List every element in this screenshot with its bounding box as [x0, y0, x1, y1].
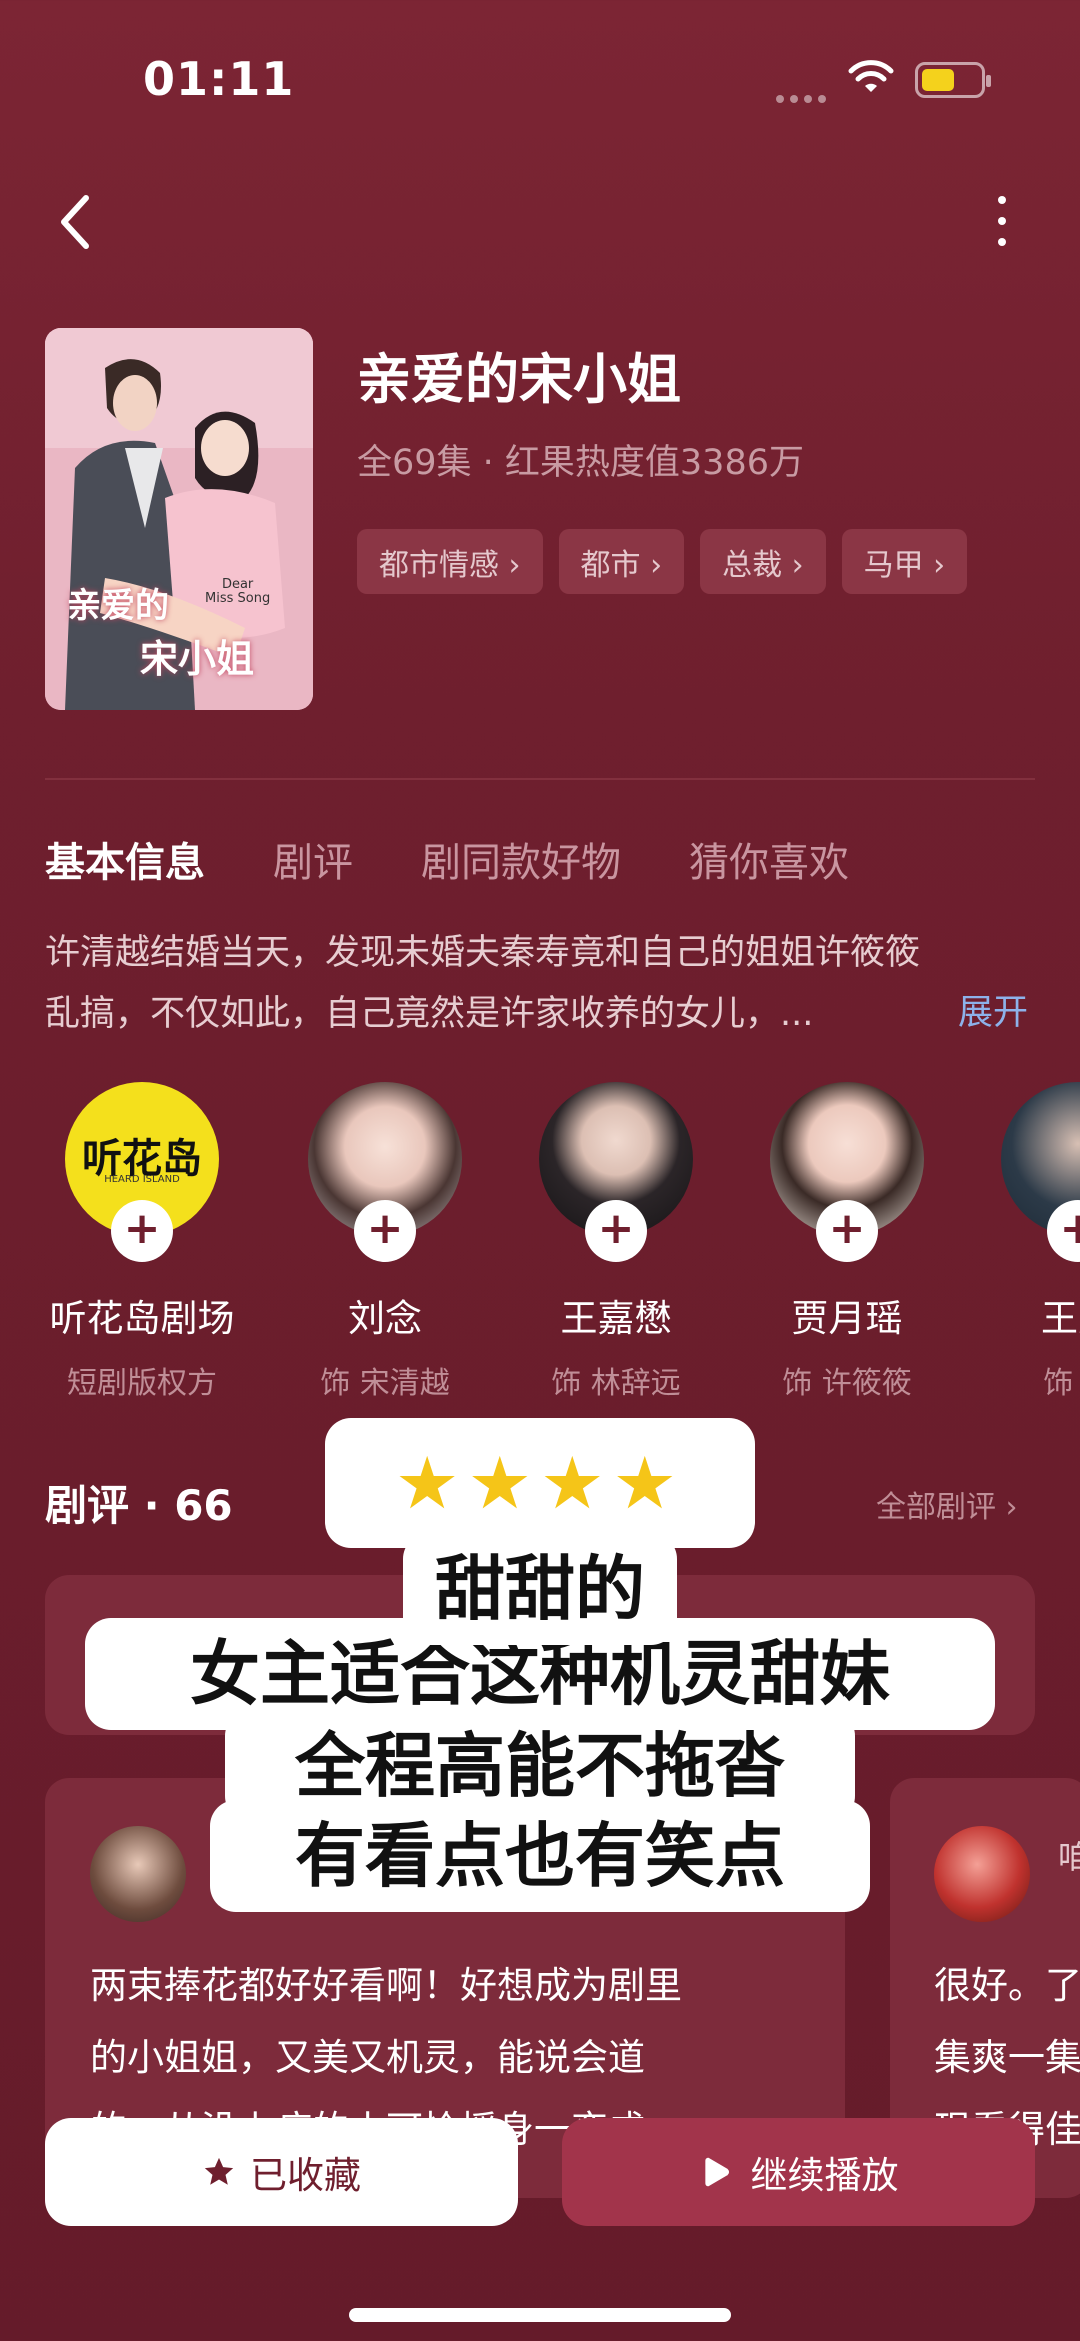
section-divider — [45, 778, 1035, 780]
synopsis: 许清越结婚当天，发现未婚夫秦寿竟和自己的姐姐许筱筱 乱搞，不仅如此，自己竟然是许… — [45, 923, 1045, 1045]
cast-member-wang-jiamao[interactable]: + 王嘉懋 饰 林辞远 — [516, 1082, 716, 1402]
back-arrow-icon[interactable] — [52, 192, 102, 252]
cast-role: 饰 宋清越 — [320, 1366, 450, 1401]
tag-urban[interactable]: 都市 › — [558, 529, 685, 594]
cast-name: 听花岛剧场 — [49, 1297, 235, 1340]
more-options-icon[interactable] — [990, 196, 1014, 252]
cast-name: 王矢 — [1041, 1297, 1080, 1340]
detail-tabs: 基本信息 剧评 剧同款好物 猜你喜欢 — [45, 830, 849, 888]
drama-subtitle: 全69集 · 红果热度值3386万 — [357, 443, 804, 483]
favorite-label: 已收藏 — [250, 2154, 361, 2197]
cast-role: 饰 许筱筱 — [782, 1366, 912, 1401]
tag-urban-romance[interactable]: 都市情感 › — [357, 529, 543, 594]
cast-name: 刘念 — [348, 1297, 422, 1340]
review-line: 集爽一集 — [934, 2036, 1080, 2079]
favorite-button[interactable]: 已收藏 — [45, 2118, 518, 2226]
caption-line-4: 有看点也有笑点 — [210, 1800, 870, 1912]
cast-member-studio[interactable]: 听花岛 HEARD ISLAND + 听花岛剧场 短剧版权方 — [42, 1082, 242, 1402]
play-icon — [704, 2157, 729, 2187]
follow-plus-icon[interactable]: + — [354, 1200, 416, 1262]
poster-subtitle-line-2: Miss Song — [205, 591, 271, 606]
genre-tags: 都市情感 › 都市 › 总裁 › 马甲 › — [357, 529, 968, 594]
tab-basic-info[interactable]: 基本信息 — [45, 830, 205, 888]
status-time: 01:11 — [143, 52, 295, 106]
studio-logo-subtext: HEARD ISLAND — [104, 1174, 180, 1185]
caption-overlay: ★★★★ 女主适合这种机灵甜妹 甜甜的 全程高能不拖沓 有看点也有笑点 — [0, 1418, 1080, 1948]
wifi-icon — [848, 60, 894, 92]
continue-play-button[interactable]: 继续播放 — [562, 2118, 1035, 2226]
cast-role: 短剧版权方 — [67, 1366, 217, 1401]
cast-role: 饰 王 — [1043, 1366, 1080, 1401]
tab-same-items[interactable]: 剧同款好物 — [421, 830, 621, 888]
cellular-signal-icon — [776, 88, 832, 103]
play-label: 继续播放 — [750, 2154, 899, 2197]
caption-line-1: 甜甜的 — [403, 1533, 677, 1645]
home-indicator[interactable] — [349, 2308, 731, 2322]
poster-title-1: 亲爱的 — [67, 586, 169, 626]
cast-member-liu-nian[interactable]: + 刘念 饰 宋清越 — [285, 1082, 485, 1402]
battery-icon — [915, 62, 991, 98]
synopsis-line-1: 许清越结婚当天，发现未婚夫秦寿竟和自己的姐姐许筱筱 — [45, 933, 921, 973]
expand-link[interactable]: 展开 — [958, 984, 1028, 1035]
cast-name: 王嘉懋 — [560, 1297, 672, 1340]
drama-title: 亲爱的宋小姐 — [357, 348, 681, 411]
cast-role: 饰 林辞远 — [551, 1366, 681, 1401]
poster-subtitle-line-1: Dear — [221, 577, 254, 592]
review-line: 的小姐姐，又美又机灵，能说会道 — [90, 2036, 645, 2079]
review-line: 很好。了 — [934, 1964, 1080, 2007]
tag-ceo[interactable]: 总裁 › — [700, 529, 826, 594]
tab-reviews[interactable]: 剧评 — [273, 830, 353, 888]
tag-hidden-identity[interactable]: 马甲 › — [841, 529, 968, 594]
poster-subtitle: Dear Miss Song — [205, 578, 270, 606]
cast-member-jia-yueyao[interactable]: + 贾月瑶 饰 许筱筱 — [747, 1082, 947, 1402]
synopsis-line-2: 乱搞，不仅如此，自己竟然是许家收养的女儿，... — [45, 994, 814, 1034]
status-bar: 01:11 — [0, 52, 1080, 112]
review-line: 两束捧花都好好看啊！好想成为剧里 — [90, 1964, 682, 2007]
follow-plus-icon[interactable]: + — [816, 1200, 878, 1262]
cast-name: 贾月瑶 — [791, 1297, 903, 1340]
poster-title-2: 宋小姐 — [140, 637, 255, 681]
cast-list: 听花岛 HEARD ISLAND + 听花岛剧场 短剧版权方 + 刘念 饰 宋清… — [0, 1082, 1080, 1412]
rating-stars: ★★★★ — [325, 1418, 755, 1548]
drama-poster[interactable]: 亲爱的 宋小姐 Dear Miss Song — [45, 328, 313, 710]
star-icon — [204, 2157, 234, 2185]
cast-member-partial[interactable]: + 王矢 饰 王 — [978, 1082, 1080, 1402]
tab-recommended[interactable]: 猜你喜欢 — [689, 830, 849, 888]
follow-plus-icon[interactable]: + — [585, 1200, 647, 1262]
follow-plus-icon[interactable]: + — [111, 1200, 173, 1262]
